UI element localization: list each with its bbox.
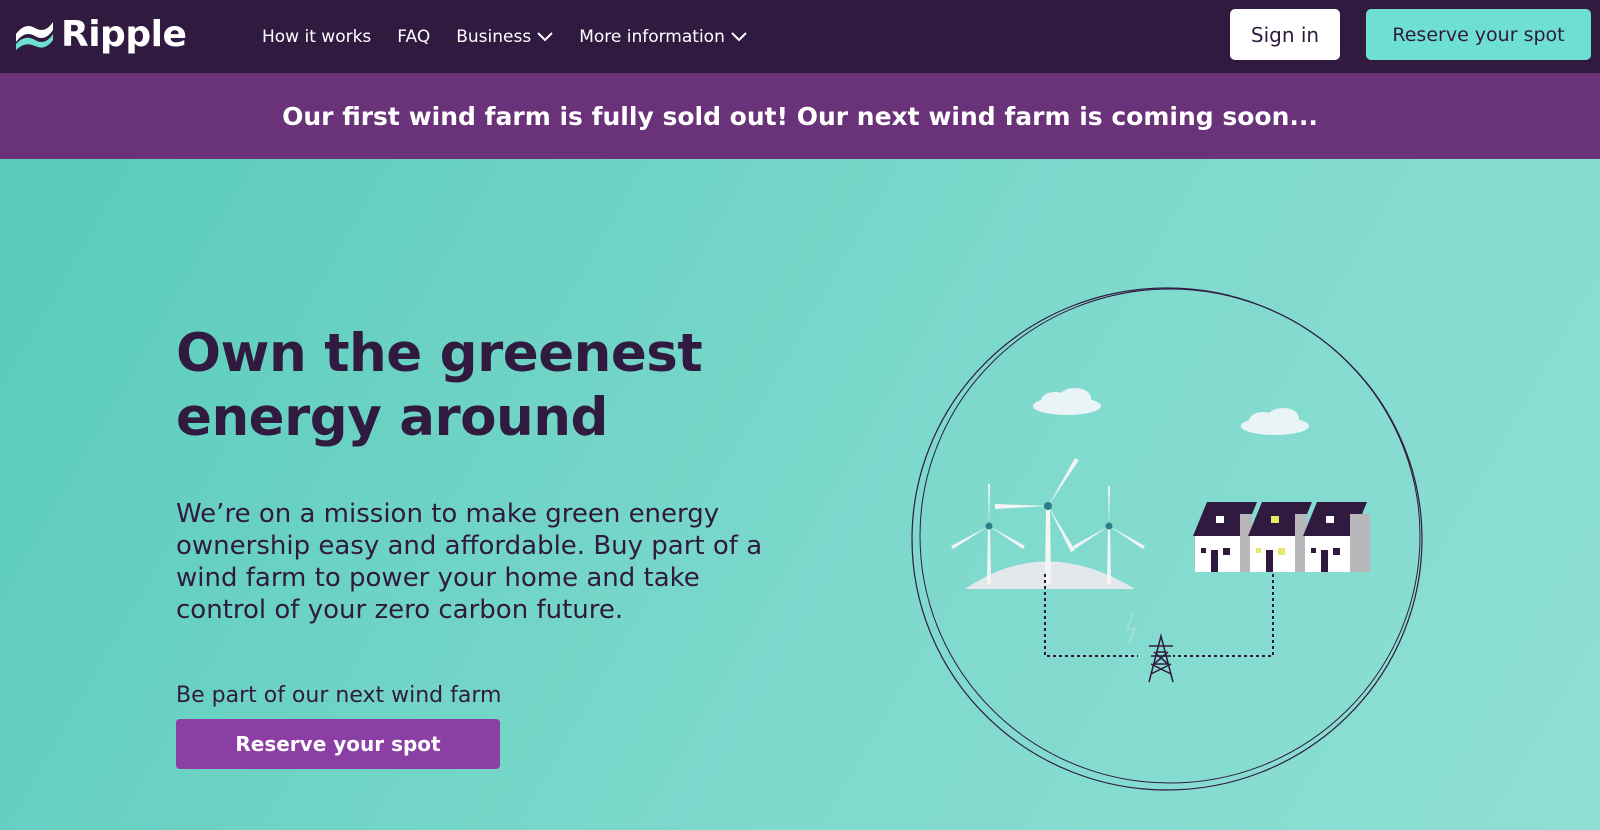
announcement-banner: Our first wind farm is fully sold out! O… [0, 73, 1600, 159]
ripple-wave-icon [13, 16, 55, 52]
nav-link-label: Business [456, 26, 532, 47]
house-icon [1248, 502, 1312, 572]
hero-title-line-2: energy around [176, 387, 608, 448]
cloud-icon [1241, 408, 1309, 435]
electricity-pylon-icon [1148, 633, 1174, 683]
house-icon [1193, 502, 1257, 572]
hero-subheading: Be part of our next wind farm [176, 683, 502, 708]
chevron-down-icon [537, 31, 553, 42]
brand-logo[interactable]: Ripple [13, 10, 187, 58]
nav-more-information-dropdown[interactable]: More information [579, 27, 747, 47]
top-navbar: Ripple How it works FAQ Business More in… [0, 0, 1600, 73]
brand-name: Ripple [61, 13, 187, 55]
hero-description: We’re on a mission to make green energy … [176, 499, 763, 625]
nav-link-label: FAQ [397, 26, 431, 47]
banner-text: Our first wind farm is fully sold out! O… [282, 101, 1318, 131]
wind-farm-houses-illustration [905, 284, 1430, 794]
reserve-spot-nav-button[interactable]: Reserve your spot [1366, 9, 1591, 60]
hero-title: Own the greenest energy around [176, 322, 776, 450]
hero-section: Own the greenest energy around We’re on … [0, 159, 1600, 830]
nav-link-label: How it works [262, 26, 372, 47]
sign-in-button[interactable]: Sign in [1230, 9, 1340, 60]
cloud-icon [1033, 388, 1101, 415]
hero-title-line-1: Own the greenest [176, 323, 703, 384]
house-icon [1303, 502, 1370, 572]
main-nav: How it works FAQ Business More informati… [262, 0, 773, 73]
nav-business-dropdown[interactable]: Business [456, 27, 553, 47]
nav-how-it-works[interactable]: How it works [262, 27, 371, 47]
reserve-spot-hero-button[interactable]: Reserve your spot [176, 719, 500, 769]
lightning-bolt-icon [1125, 613, 1137, 645]
power-line [1173, 574, 1274, 657]
nav-link-label: More information [579, 26, 725, 47]
chevron-down-icon [731, 31, 747, 42]
nav-faq[interactable]: FAQ [397, 27, 430, 47]
